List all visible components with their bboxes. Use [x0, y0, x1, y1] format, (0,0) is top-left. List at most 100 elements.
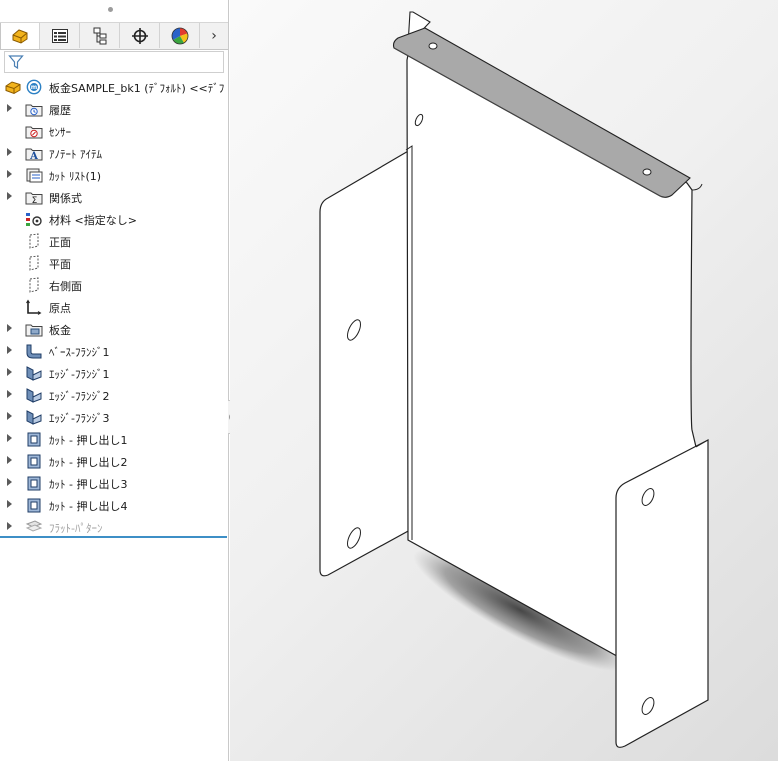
- tree-item-label: ｴｯｼﾞ-ﾌﾗﾝｼﾞ3: [49, 412, 110, 425]
- tree-item[interactable]: 平面: [0, 252, 228, 274]
- tree-item[interactable]: 正面: [0, 230, 228, 252]
- expand-arrow-icon[interactable]: [7, 478, 12, 486]
- tree-item-label: ﾌﾗｯﾄ-ﾊﾟﾀｰﾝ: [49, 522, 103, 535]
- appearance-icon: [171, 27, 188, 44]
- panel-tabs: ›: [0, 23, 228, 50]
- tree-item[interactable]: ｶｯﾄ ﾘｽﾄ(1): [0, 164, 228, 186]
- expand-arrow-icon[interactable]: [7, 148, 12, 156]
- tree-item-label: ｶｯﾄ - 押し出し2: [49, 456, 128, 469]
- expand-arrow-icon[interactable]: [7, 390, 12, 398]
- tree-item[interactable]: Σ 関係式: [0, 186, 228, 208]
- material-icon: [26, 213, 42, 226]
- plane-icon: [29, 277, 39, 293]
- tree-item[interactable]: 履歴: [0, 98, 228, 120]
- tree-item[interactable]: ｶｯﾄ - 押し出し2: [0, 450, 228, 472]
- edge-flange-icon: [26, 388, 42, 403]
- tree-item[interactable]: 原点: [0, 296, 228, 318]
- tree-item-label: 右側面: [49, 280, 82, 293]
- graphics-area[interactable]: [230, 0, 778, 761]
- tree-item[interactable]: ｴｯｼﾞ-ﾌﾗﾝｼﾞ3: [0, 406, 228, 428]
- expand-arrow-icon[interactable]: [7, 456, 12, 464]
- expand-arrow-icon[interactable]: [7, 192, 12, 200]
- tab-feature-manager[interactable]: [0, 23, 40, 49]
- tree-item-label: ｶｯﾄ - 押し出し3: [49, 478, 128, 491]
- tree-item-label: ﾍﾞｰｽ-ﾌﾗﾝｼﾞ1: [49, 346, 110, 359]
- tree-root[interactable]: m 板金SAMPLE_bk1 (ﾃﾞﾌｫﾙﾄ) <<ﾃﾞﾌ: [0, 76, 228, 98]
- origin-icon: [26, 299, 42, 315]
- tree-item-label: 正面: [49, 236, 71, 249]
- tree-root-label: 板金SAMPLE_bk1 (ﾃﾞﾌｫﾙﾄ) <<ﾃﾞﾌ: [49, 82, 225, 95]
- dimxpert-icon: [131, 27, 148, 44]
- tree-item-label: ｱﾉﾃｰﾄ ｱｲﾃﾑ: [49, 148, 102, 161]
- annotation-icon: A: [25, 148, 43, 161]
- property-manager-icon: [51, 28, 68, 43]
- tab-appearance[interactable]: [160, 23, 200, 48]
- tabs-more-button[interactable]: ›: [200, 23, 228, 48]
- flat-pattern-icon: [25, 520, 43, 532]
- svg-text:A: A: [29, 151, 38, 161]
- tree-item[interactable]: ｾﾝｻｰ: [0, 120, 228, 142]
- edge-flange-icon: [26, 366, 42, 381]
- tree-item[interactable]: 材料 <指定なし>: [0, 208, 228, 230]
- filter-icon: [8, 55, 24, 70]
- tree-item[interactable]: ｴｯｼﾞ-ﾌﾗﾝｼﾞ1: [0, 362, 228, 384]
- tree-rollback-bar[interactable]: [0, 536, 227, 538]
- expand-arrow-icon[interactable]: [7, 522, 12, 530]
- tree-item-label: 材料 <指定なし>: [49, 214, 137, 227]
- part-icon: [5, 81, 21, 95]
- tree-item-label: ｶｯﾄ ﾘｽﾄ(1): [49, 170, 102, 183]
- right-flange: [615, 439, 709, 748]
- panel-grip[interactable]: [0, 0, 228, 23]
- tree-item-label: ｴｯｼﾞ-ﾌﾗﾝｼﾞ2: [49, 390, 110, 403]
- tree-item-label: ｴｯｼﾞ-ﾌﾗﾝｼﾞ1: [49, 368, 110, 381]
- expand-arrow-icon[interactable]: [7, 368, 12, 376]
- tab-property-manager[interactable]: [40, 23, 80, 48]
- tab-configuration-manager[interactable]: [80, 23, 120, 48]
- plane-icon: [29, 255, 39, 271]
- extruded-cut-icon: [27, 476, 41, 491]
- tree-filter[interactable]: [4, 51, 224, 73]
- cut-list-icon: [26, 168, 43, 183]
- extruded-cut-icon: [27, 432, 41, 447]
- svg-text:Σ: Σ: [32, 196, 38, 205]
- tree-item[interactable]: ｶｯﾄ - 押し出し3: [0, 472, 228, 494]
- expand-arrow-icon[interactable]: [7, 346, 12, 354]
- tree-item[interactable]: ｴｯｼﾞ-ﾌﾗﾝｼﾞ2: [0, 384, 228, 406]
- tree-item[interactable]: ﾍﾞｰｽ-ﾌﾗﾝｼﾞ1: [0, 340, 228, 362]
- sheet-metal-icon: [25, 324, 43, 337]
- plane-icon: [29, 233, 39, 249]
- tree-item[interactable]: ﾌﾗｯﾄ-ﾊﾟﾀｰﾝ: [0, 516, 228, 538]
- expand-arrow-icon[interactable]: [7, 500, 12, 508]
- extruded-cut-icon: [27, 454, 41, 469]
- expand-arrow-icon[interactable]: [7, 434, 12, 442]
- tree-item[interactable]: ｶｯﾄ - 押し出し4: [0, 494, 228, 516]
- tree-item-label: ｶｯﾄ - 押し出し4: [49, 500, 128, 513]
- extruded-cut-icon: [27, 498, 41, 513]
- left-flange: [319, 148, 411, 577]
- expand-arrow-icon[interactable]: [7, 104, 12, 112]
- expand-arrow-icon[interactable]: [7, 170, 12, 178]
- sensor-folder-icon: [25, 126, 43, 139]
- expand-arrow-icon[interactable]: [7, 412, 12, 420]
- history-folder-icon: [25, 104, 43, 117]
- tree-item-label: ｶｯﾄ - 押し出し1: [49, 434, 128, 447]
- tree-item-label: 原点: [49, 302, 71, 315]
- tree-item-label: 関係式: [49, 192, 82, 205]
- base-flange-icon: [26, 344, 42, 359]
- feature-manager-icon: [12, 29, 28, 44]
- tab-dimxpert[interactable]: [120, 23, 160, 48]
- tree-item[interactable]: A ｱﾉﾃｰﾄ ｱｲﾃﾑ: [0, 142, 228, 164]
- tree-item-label: ｾﾝｻｰ: [49, 126, 71, 139]
- svg-text:m: m: [31, 84, 37, 91]
- display-state-icon: m: [26, 79, 42, 95]
- edge-flange-icon: [26, 410, 42, 425]
- tree-item[interactable]: ｶｯﾄ - 押し出し1: [0, 428, 228, 450]
- configuration-manager-icon: [93, 27, 106, 44]
- tree-item[interactable]: 右側面: [0, 274, 228, 296]
- tree-item[interactable]: 板金: [0, 318, 228, 340]
- tree-item-label: 履歴: [49, 104, 71, 117]
- tree-item-label: 板金: [49, 324, 71, 337]
- expand-arrow-icon[interactable]: [7, 324, 12, 332]
- tree-item-label: 平面: [49, 258, 71, 271]
- sheet-metal-model: [319, 11, 709, 748]
